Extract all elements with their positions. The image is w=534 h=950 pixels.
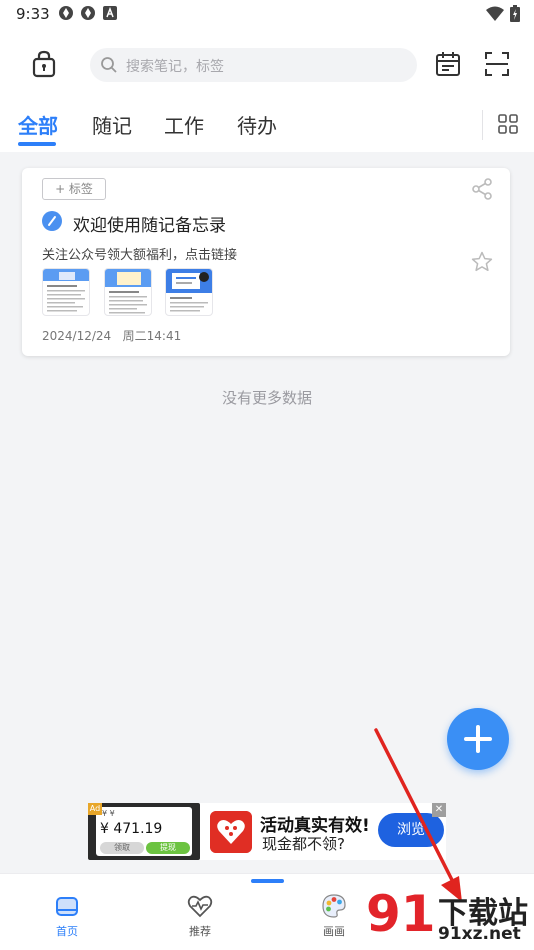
divider bbox=[482, 110, 483, 140]
lock-icon[interactable] bbox=[28, 48, 60, 80]
site-watermark-logo: 91 下载站 91xz.net bbox=[366, 886, 534, 950]
note-image-thumbnail[interactable] bbox=[165, 268, 213, 316]
ad-small-text: ¥ ¥ bbox=[102, 809, 115, 818]
top-bar: 搜索笔记，标签 bbox=[0, 28, 534, 100]
plus-icon bbox=[476, 725, 480, 753]
calendar-icon[interactable] bbox=[434, 50, 462, 78]
app-notification-icon bbox=[59, 6, 73, 20]
note-image-thumbnail[interactable] bbox=[42, 268, 90, 316]
ad-subtitle: 现金都不领? bbox=[262, 835, 345, 853]
nav-handle bbox=[251, 879, 284, 883]
status-bar: 9:33 bbox=[0, 0, 534, 28]
note-title: 欢迎使用随记备忘录 bbox=[73, 216, 226, 236]
tab-work[interactable]: 工作 bbox=[164, 110, 204, 139]
status-time: 9:33 bbox=[16, 5, 50, 23]
thumbnail-image bbox=[166, 269, 212, 312]
search-icon bbox=[101, 57, 117, 73]
note-card[interactable]: + 标签 欢迎使用随记备忘录 关注公众号领大额福利，点击链接 2024/12/2… bbox=[22, 168, 510, 356]
font-notification-icon bbox=[103, 6, 117, 20]
app-notification-icon bbox=[81, 6, 95, 20]
ad-amount: ¥ 471.19 bbox=[100, 821, 163, 837]
ad-thumbnail: ¥ ¥ ¥ 471.19 领取 提现 Ad bbox=[88, 803, 200, 860]
tab-all[interactable]: 全部 bbox=[18, 110, 58, 139]
scan-icon[interactable] bbox=[483, 50, 511, 78]
watermark-brand: 91 bbox=[366, 885, 436, 943]
note-date: 2024/12/24 bbox=[42, 329, 112, 343]
note-time: 周二14:41 bbox=[122, 329, 182, 343]
ad-thumbnail-card: ¥ ¥ ¥ 471.19 领取 提现 bbox=[96, 807, 192, 856]
nav-recommend-label: 推荐 bbox=[189, 925, 211, 938]
ad-thumb-button: 领取 bbox=[100, 842, 144, 854]
status-system-icons bbox=[486, 5, 520, 22]
shopping-app-logo-icon bbox=[210, 811, 252, 853]
ad-thumb-button: 提现 bbox=[146, 842, 190, 854]
note-timestamp: 2024/12/24 周二14:41 bbox=[42, 327, 181, 344]
grid-view-icon[interactable] bbox=[498, 114, 518, 134]
ad-badge: Ad bbox=[88, 803, 102, 815]
home-icon bbox=[56, 897, 78, 916]
heart-pulse-icon bbox=[187, 895, 213, 918]
nav-draw[interactable]: 画画 bbox=[304, 892, 364, 939]
tab-notes[interactable]: 随记 bbox=[92, 110, 132, 139]
note-image-thumbnail[interactable] bbox=[104, 268, 152, 316]
star-icon[interactable] bbox=[470, 250, 494, 274]
battery-icon bbox=[510, 5, 520, 22]
active-tab-indicator bbox=[18, 142, 56, 146]
status-notification-icons bbox=[58, 5, 118, 21]
search-input[interactable]: 搜索笔记，标签 bbox=[90, 48, 417, 82]
nav-recommend[interactable]: 推荐 bbox=[170, 892, 230, 939]
add-tag-button[interactable]: + 标签 bbox=[42, 178, 106, 200]
nav-home-label: 首页 bbox=[56, 925, 78, 938]
thumbnail-image bbox=[43, 269, 89, 312]
nav-draw-label: 画画 bbox=[323, 925, 345, 938]
category-tabs: 全部 随记 工作 待办 bbox=[0, 100, 534, 152]
add-note-button[interactable] bbox=[447, 708, 509, 770]
ad-browse-button[interactable]: 浏览 bbox=[378, 813, 444, 847]
wifi-icon bbox=[486, 6, 504, 21]
no-more-data-text: 没有更多数据 bbox=[221, 389, 312, 407]
thumbnail-image bbox=[105, 269, 151, 314]
watermark-url: 91xz.net bbox=[438, 924, 521, 944]
ad-banner[interactable]: ¥ ¥ ¥ 471.19 领取 提现 Ad 活动真实有效! 现金都不领? 浏览 … bbox=[88, 803, 446, 860]
search-placeholder: 搜索笔记，标签 bbox=[126, 59, 224, 75]
ad-close-icon[interactable]: ✕ bbox=[432, 803, 446, 817]
nav-home[interactable]: 首页 bbox=[37, 892, 97, 939]
note-preview: 关注公众号领大额福利，点击链接 bbox=[42, 248, 238, 263]
note-pen-icon bbox=[42, 211, 62, 231]
share-icon[interactable] bbox=[470, 177, 494, 201]
tab-todo[interactable]: 待办 bbox=[237, 110, 277, 139]
palette-icon bbox=[322, 894, 346, 918]
